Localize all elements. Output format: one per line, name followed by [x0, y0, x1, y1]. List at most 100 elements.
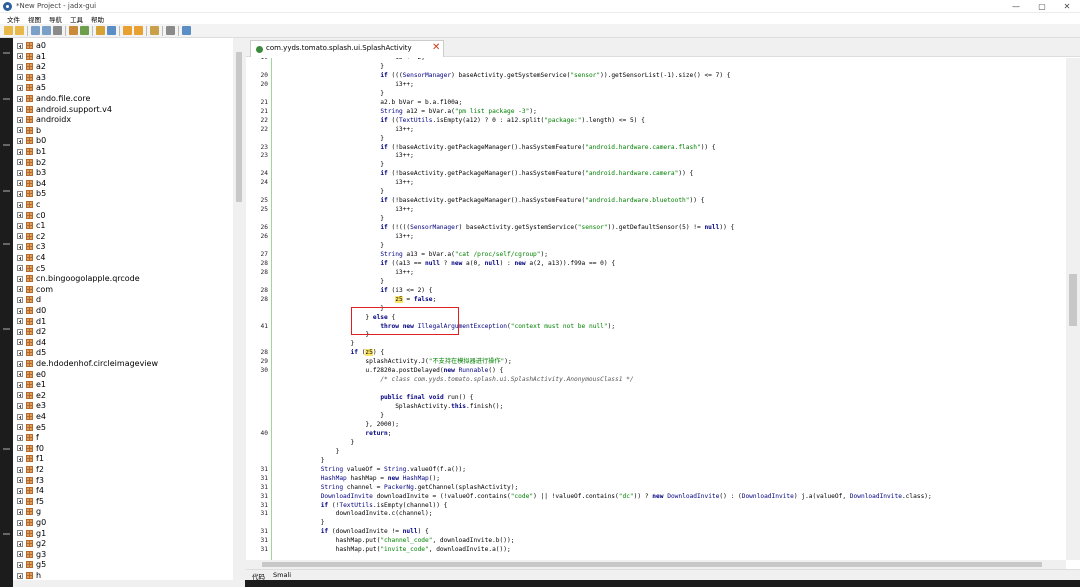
- expand-toggle-icon[interactable]: [17, 296, 23, 303]
- code-line[interactable]: if (z5) {: [276, 348, 384, 357]
- code-horizontal-scroll-thumb[interactable]: [262, 562, 1042, 567]
- code-line[interactable]: if (!TextUtils.isEmpty(channel)) {: [276, 501, 448, 510]
- tree-item[interactable]: f5: [17, 496, 237, 507]
- expand-toggle-icon[interactable]: [17, 360, 23, 367]
- tree-item[interactable]: e1: [17, 379, 237, 390]
- open-folder-icon[interactable]: [4, 26, 13, 35]
- menu-help[interactable]: 帮助: [91, 14, 104, 24]
- save-icon[interactable]: [42, 26, 51, 35]
- minimize-button[interactable]: —: [1003, 0, 1029, 13]
- tree-item[interactable]: c1: [17, 220, 237, 231]
- expand-toggle-icon[interactable]: [17, 95, 23, 102]
- expand-toggle-icon[interactable]: [17, 466, 23, 473]
- expand-toggle-icon[interactable]: [17, 222, 23, 229]
- expand-toggle-icon[interactable]: [17, 74, 23, 81]
- code-line[interactable]: }: [276, 456, 325, 465]
- code-line[interactable]: hashMap.put("channel_code", downloadInvi…: [276, 536, 515, 545]
- expand-toggle-icon[interactable]: [17, 84, 23, 91]
- expand-toggle-icon[interactable]: [17, 286, 23, 293]
- code-line[interactable]: return;: [276, 429, 391, 438]
- code-line[interactable]: if (i3 <= 2) {: [276, 286, 432, 295]
- expand-toggle-icon[interactable]: [17, 392, 23, 399]
- expand-toggle-icon[interactable]: [17, 169, 23, 176]
- code-line[interactable]: SplashActivity.this.finish();: [276, 402, 503, 411]
- menu-file[interactable]: 文件: [7, 14, 20, 24]
- expand-toggle-icon[interactable]: [17, 148, 23, 155]
- code-line[interactable]: }: [276, 447, 340, 456]
- expand-toggle-icon[interactable]: [17, 212, 23, 219]
- expand-toggle-icon[interactable]: [17, 63, 23, 70]
- code-vertical-scroll-thumb[interactable]: [1069, 274, 1077, 326]
- expand-toggle-icon[interactable]: [17, 402, 23, 409]
- expand-toggle-icon[interactable]: [17, 413, 23, 420]
- expand-toggle-icon[interactable]: [17, 371, 23, 378]
- code-line[interactable]: i3++;: [276, 205, 414, 214]
- class-search-icon[interactable]: [107, 26, 116, 35]
- tree-item[interactable]: b1: [17, 146, 237, 157]
- back-icon[interactable]: [123, 26, 132, 35]
- tree-item[interactable]: g3: [17, 549, 237, 560]
- expand-toggle-icon[interactable]: [17, 201, 23, 208]
- expand-toggle-icon[interactable]: [17, 434, 23, 441]
- tree-item[interactable]: e4: [17, 411, 237, 422]
- forward-icon[interactable]: [134, 26, 143, 35]
- tree-item[interactable]: b0: [17, 135, 237, 146]
- tree-item[interactable]: ando.file.core: [17, 93, 237, 104]
- tree-item[interactable]: g: [17, 506, 237, 517]
- expand-toggle-icon[interactable]: [17, 254, 23, 261]
- code-line[interactable]: z5 = false;: [276, 295, 436, 304]
- expand-toggle-icon[interactable]: [17, 159, 23, 166]
- expand-toggle-icon[interactable]: [17, 53, 23, 60]
- code-line[interactable]: i3++;: [276, 178, 414, 187]
- code-line[interactable]: if ((TextUtils.isEmpty(a12) ? 0 : a12.sp…: [276, 116, 645, 125]
- expand-toggle-icon[interactable]: [17, 551, 23, 558]
- tree-item[interactable]: e3: [17, 400, 237, 411]
- code-line[interactable]: if ((a13 == null ? new a(0, null) : new …: [276, 259, 615, 268]
- expand-toggle-icon[interactable]: [17, 445, 23, 452]
- expand-toggle-icon[interactable]: [17, 42, 23, 49]
- code-line[interactable]: }: [276, 134, 384, 143]
- expand-toggle-icon[interactable]: [17, 540, 23, 547]
- tree-item[interactable]: g1: [17, 528, 237, 539]
- tree-item[interactable]: c0: [17, 210, 237, 221]
- tree-item[interactable]: f: [17, 432, 237, 443]
- export-icon[interactable]: [53, 26, 62, 35]
- text-search-icon[interactable]: [96, 26, 105, 35]
- tree-item[interactable]: a1: [17, 51, 237, 62]
- sync-icon[interactable]: [69, 26, 78, 35]
- expand-toggle-icon[interactable]: [17, 233, 23, 240]
- code-line[interactable]: }: [276, 411, 384, 420]
- code-line[interactable]: u.f2820a.postDelayed(new Runnable() {: [276, 366, 503, 375]
- expand-toggle-icon[interactable]: [17, 339, 23, 346]
- code-line[interactable]: }: [276, 438, 355, 447]
- code-line[interactable]: public final void run() {: [276, 393, 473, 402]
- tree-item[interactable]: d2: [17, 326, 237, 337]
- expand-toggle-icon[interactable]: [17, 116, 23, 123]
- expand-toggle-icon[interactable]: [17, 477, 23, 484]
- maximize-button[interactable]: ▢: [1029, 0, 1055, 13]
- code-line[interactable]: i3++;: [276, 268, 414, 277]
- expand-toggle-icon[interactable]: [17, 349, 23, 356]
- code-line[interactable]: }: [276, 89, 384, 98]
- log-viewer-icon[interactable]: [166, 26, 175, 35]
- tab-splash-activity[interactable]: com.yyds.tomato.splash.ui.SplashActivity…: [250, 40, 444, 57]
- code-line[interactable]: }: [276, 214, 384, 223]
- menu-view[interactable]: 视图: [28, 14, 41, 24]
- flatten-packages-icon[interactable]: [80, 26, 89, 35]
- tree-item[interactable]: c2: [17, 231, 237, 242]
- expand-toggle-icon[interactable]: [17, 307, 23, 314]
- code-line[interactable]: i3++;: [276, 125, 414, 134]
- code-line[interactable]: a2.b bVar = b.a.f100a;: [276, 98, 462, 107]
- code-line[interactable]: i3++;: [276, 232, 414, 241]
- tree-item[interactable]: a2: [17, 61, 237, 72]
- tree-item[interactable]: d0: [17, 305, 237, 316]
- tree-item[interactable]: f1: [17, 453, 237, 464]
- tree-item[interactable]: com: [17, 284, 237, 295]
- code-line[interactable]: if (!(((SensorManager) baseActivity.getS…: [276, 223, 734, 232]
- package-tree[interactable]: a0 a1 a2 a3 a5 ando.file.core android.support.…: [13, 38, 245, 580]
- expand-toggle-icon[interactable]: [17, 530, 23, 537]
- tree-item[interactable]: h: [17, 570, 237, 581]
- expand-toggle-icon[interactable]: [17, 318, 23, 325]
- code-line[interactable]: }: [276, 518, 325, 527]
- tree-item[interactable]: c4: [17, 252, 237, 263]
